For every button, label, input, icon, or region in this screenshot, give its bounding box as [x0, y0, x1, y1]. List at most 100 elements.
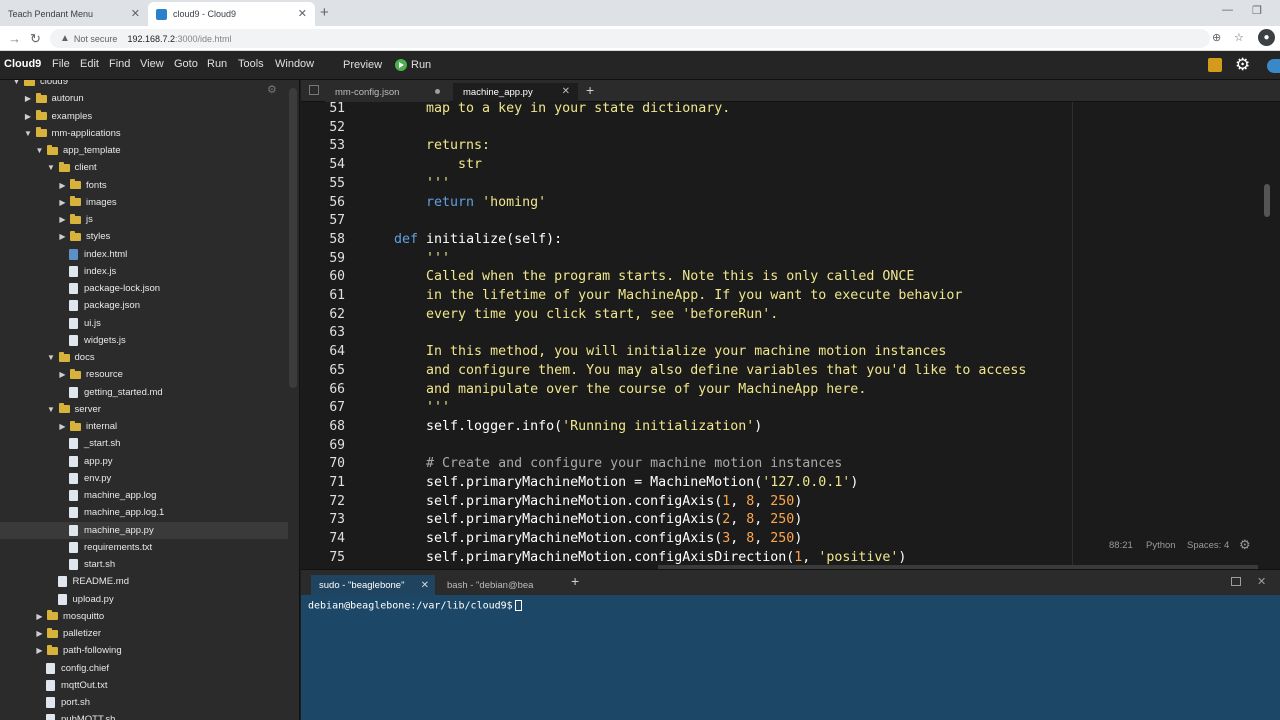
tree-folder[interactable]: ▶ js: [0, 211, 288, 228]
profile-avatar[interactable]: ●: [1258, 29, 1275, 46]
app-logo[interactable]: Cloud9: [4, 58, 41, 70]
editor-settings-gear-icon[interactable]: ⚙: [1239, 537, 1251, 553]
new-file-plus-icon[interactable]: +: [586, 82, 594, 98]
tree-file[interactable]: machine_app.py: [0, 521, 288, 539]
tree-folder[interactable]: ▼ docs: [0, 349, 288, 366]
run-button[interactable]: Run: [395, 59, 431, 71]
collapsed-arrow-icon[interactable]: ▶: [58, 232, 67, 241]
tree-file[interactable]: requirements.txt: [0, 539, 288, 556]
bookmark-star-icon[interactable]: ☆: [1234, 31, 1244, 44]
tree-file[interactable]: _start.sh: [0, 435, 288, 452]
expanded-arrow-icon[interactable]: ▼: [24, 129, 33, 138]
tree-folder[interactable]: ▶ palletizer: [0, 625, 288, 642]
tree-file[interactable]: getting_started.md: [0, 384, 288, 401]
tree-file[interactable]: upload.py: [0, 591, 288, 608]
expanded-arrow-icon[interactable]: ▼: [47, 405, 56, 414]
tab-mm-config-json[interactable]: mm-config.json: [325, 83, 450, 102]
collapsed-arrow-icon[interactable]: ▶: [58, 370, 67, 379]
url-input[interactable]: ▲ Not secure 192.168.7.2:3000/ide.html: [50, 29, 1210, 48]
tree-folder[interactable]: ▼ app_template: [0, 142, 288, 159]
side-panel-toggle[interactable]: [1267, 59, 1280, 73]
tree-folder[interactable]: ▶ autorun: [0, 90, 288, 107]
close-icon[interactable]: ✕: [131, 7, 140, 20]
tree-file[interactable]: machine_app.log.1: [0, 504, 288, 521]
tree-folder[interactable]: ▶ path-following: [0, 642, 288, 659]
tree-file[interactable]: machine_app.log: [0, 487, 288, 504]
restore-icon[interactable]: ❐: [1252, 4, 1262, 17]
tree-file[interactable]: ui.js: [0, 315, 288, 332]
tree-file[interactable]: package-lock.json: [0, 280, 288, 297]
menu-window[interactable]: Window: [275, 58, 314, 70]
tree-file[interactable]: env.py: [0, 470, 288, 487]
tree-folder[interactable]: ▼ cloud9: [0, 80, 288, 90]
zoom-icon[interactable]: ⊕: [1212, 31, 1221, 44]
collab-bug-icon[interactable]: [1208, 58, 1222, 72]
new-terminal-plus-icon[interactable]: +: [571, 573, 579, 589]
code-editor[interactable]: 51 map to a key in your state dictionary…: [301, 102, 1280, 569]
expanded-arrow-icon[interactable]: ▼: [12, 80, 21, 86]
tree-folder[interactable]: ▶ resource: [0, 366, 288, 383]
indent-setting[interactable]: Spaces: 4: [1187, 540, 1229, 551]
collapsed-arrow-icon[interactable]: ▶: [35, 629, 44, 638]
collapsed-arrow-icon[interactable]: ▶: [35, 612, 44, 621]
menu-edit[interactable]: Edit: [80, 58, 99, 70]
browser-tab-cloud9[interactable]: cloud9 - Cloud9 ✕: [148, 2, 315, 26]
tree-file[interactable]: index.html: [0, 246, 288, 263]
tree-folder[interactable]: ▶ images: [0, 194, 288, 211]
tree-file[interactable]: config.chief: [0, 660, 288, 677]
menu-run[interactable]: Run: [207, 58, 227, 70]
terminal-tab-bash[interactable]: bash - "debian@bea: [439, 575, 563, 596]
tree-file[interactable]: index.js: [0, 263, 288, 280]
collapsed-arrow-icon[interactable]: ▶: [24, 94, 33, 103]
menu-view[interactable]: View: [140, 58, 164, 70]
tab-menu-icon[interactable]: [309, 85, 319, 95]
tree-folder[interactable]: ▶ internal: [0, 418, 288, 435]
tree-file[interactable]: port.sh: [0, 694, 288, 711]
collapsed-arrow-icon[interactable]: ▶: [24, 112, 33, 121]
expanded-arrow-icon[interactable]: ▼: [47, 163, 56, 172]
collapsed-arrow-icon[interactable]: ▶: [58, 422, 67, 431]
tree-file[interactable]: pubMQTT.sh: [0, 711, 288, 720]
menu-find[interactable]: Find: [109, 58, 130, 70]
collapsed-arrow-icon[interactable]: ▶: [58, 215, 67, 224]
tree-file[interactable]: start.sh: [0, 556, 288, 573]
forward-arrow-icon[interactable]: →: [8, 31, 21, 46]
maximize-panel-icon[interactable]: [1231, 577, 1241, 586]
language-mode[interactable]: Python: [1146, 540, 1176, 551]
new-tab-plus-icon[interactable]: +: [320, 4, 329, 21]
close-panel-icon[interactable]: ✕: [1257, 575, 1266, 588]
tree-file[interactable]: app.py: [0, 453, 288, 470]
tree-folder[interactable]: ▶ examples: [0, 108, 288, 125]
tree-folder[interactable]: ▼ mm-applications: [0, 125, 288, 142]
tab-machine-app-py[interactable]: machine_app.py ✕: [453, 83, 578, 102]
close-icon[interactable]: ✕: [562, 86, 570, 97]
tree-folder[interactable]: ▶ fonts: [0, 177, 288, 194]
tree-folder[interactable]: ▼ client: [0, 159, 288, 176]
tree-folder[interactable]: ▼ server: [0, 401, 288, 418]
close-icon[interactable]: ✕: [421, 580, 429, 591]
tree-file[interactable]: mqttOut.txt: [0, 677, 288, 694]
terminal-tab-sudo[interactable]: sudo - "beaglebone" ✕: [311, 575, 435, 596]
tree-folder[interactable]: ▶ mosquitto: [0, 608, 288, 625]
reload-icon[interactable]: ↻: [30, 31, 41, 47]
menu-file[interactable]: File: [52, 58, 70, 70]
expanded-arrow-icon[interactable]: ▼: [35, 146, 44, 155]
file-tree-scrollbar[interactable]: [289, 88, 297, 388]
gear-icon[interactable]: ⚙: [1235, 55, 1250, 75]
expanded-arrow-icon[interactable]: ▼: [47, 353, 56, 362]
menu-goto[interactable]: Goto: [174, 58, 198, 70]
minimize-icon[interactable]: —: [1222, 4, 1233, 16]
collapsed-arrow-icon[interactable]: ▶: [58, 198, 67, 207]
editor-scrollbar[interactable]: [1264, 184, 1270, 217]
tree-file[interactable]: widgets.js: [0, 332, 288, 349]
terminal[interactable]: debian@beaglebone:/var/lib/cloud9$: [301, 595, 1280, 720]
collapsed-arrow-icon[interactable]: ▶: [35, 646, 44, 655]
collapsed-arrow-icon[interactable]: ▶: [58, 181, 67, 190]
tree-folder[interactable]: ▶ styles: [0, 228, 288, 245]
menu-tools[interactable]: Tools: [238, 58, 264, 70]
tree-file[interactable]: README.md: [0, 573, 288, 590]
close-icon[interactable]: ✕: [298, 7, 307, 20]
preview-button[interactable]: Preview: [343, 59, 382, 71]
browser-tab-teach-pendant[interactable]: Teach Pendant Menu ✕: [0, 2, 148, 26]
tree-file[interactable]: package.json: [0, 297, 288, 314]
